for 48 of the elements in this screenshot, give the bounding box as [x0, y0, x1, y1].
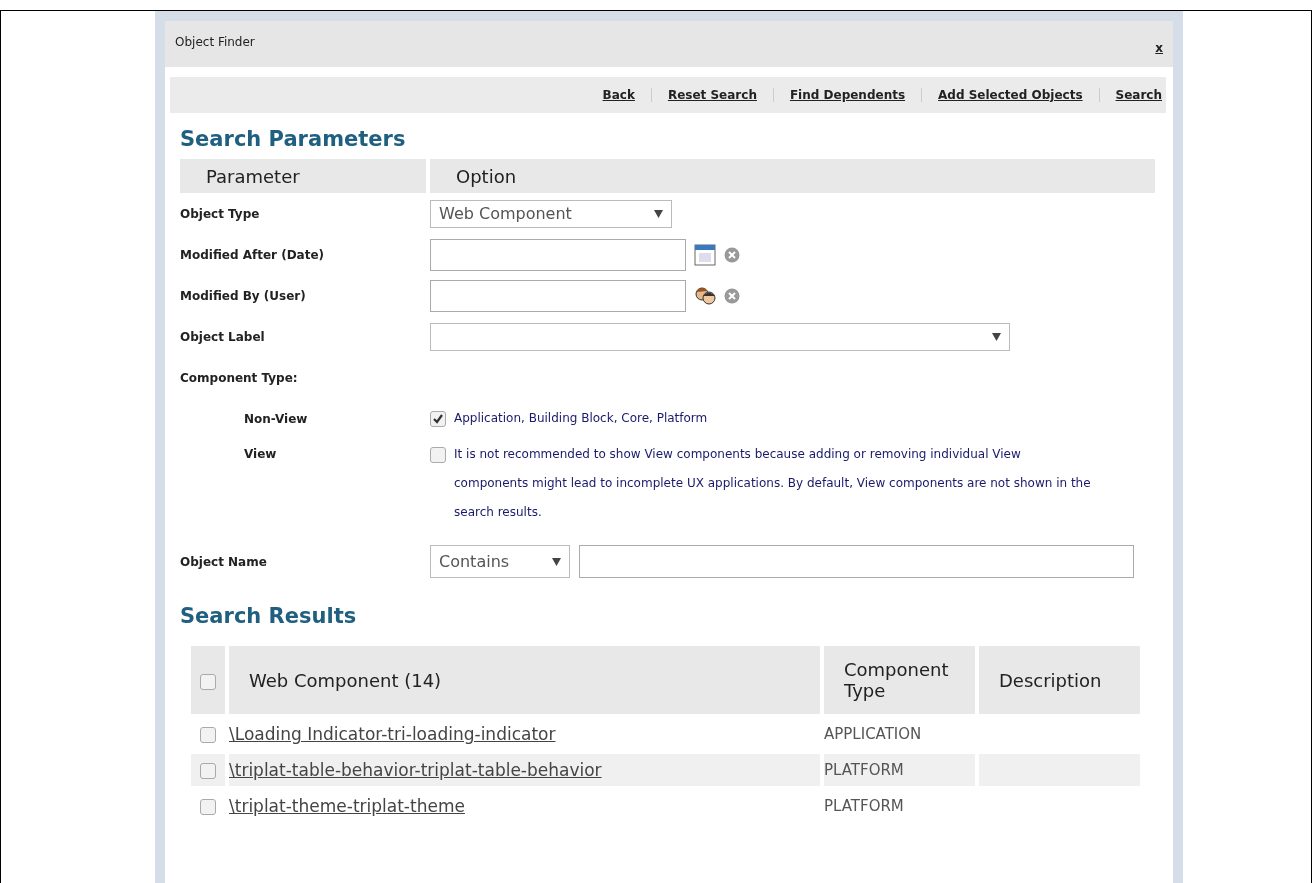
toolbar-link[interactable]: Find Dependents	[789, 88, 906, 102]
column-header: Option	[430, 159, 1155, 193]
operator-dropdown[interactable]: Contains	[430, 545, 570, 578]
field-label: Object Label	[180, 329, 266, 344]
component-link[interactable]: \triplat-theme-triplat-theme	[229, 796, 465, 816]
caret-icon	[552, 557, 561, 566]
clear-icon[interactable]	[724, 246, 740, 263]
column-header: Web Component (14)	[229, 646, 820, 714]
toolbar-link[interactable]: Back	[602, 88, 635, 102]
table-cell: PLATFORM	[824, 761, 904, 779]
checkbox[interactable]	[200, 726, 216, 743]
toolbar-link[interactable]: Add Selected Objects	[938, 88, 1083, 102]
clear-icon[interactable]	[724, 287, 740, 304]
checkbox[interactable]	[200, 673, 216, 690]
field-label: Object Name	[180, 554, 268, 569]
field-label: Non-View	[243, 411, 309, 426]
section-heading: Search Results	[180, 604, 358, 628]
toolbar-link[interactable]: Reset Search	[667, 88, 757, 102]
name-field[interactable]	[579, 545, 1134, 578]
user-field[interactable]	[430, 279, 686, 312]
field-label: Component Type:	[180, 370, 299, 385]
field-label: Modified After (Date)	[180, 247, 326, 262]
calendar-icon[interactable]	[694, 243, 716, 266]
checkbox[interactable]	[430, 447, 446, 463]
close-link[interactable]: x	[1155, 41, 1163, 55]
checkbox[interactable]	[200, 798, 216, 815]
column-header: Description	[979, 646, 1140, 714]
component-link[interactable]: \Loading Indicator-tri-loading-indicator	[229, 724, 556, 744]
checkbox[interactable]	[200, 762, 216, 779]
field-label: Object Type	[180, 206, 261, 221]
column-header: Parameter	[180, 159, 426, 193]
field-label: Modified By (User)	[180, 288, 307, 303]
object-label-dropdown[interactable]	[430, 322, 1010, 351]
field-label: View	[243, 446, 278, 461]
toolbar-link[interactable]: Search	[1115, 88, 1162, 102]
people-icon[interactable]	[694, 284, 716, 307]
dialog-title: Object Finder	[175, 35, 255, 49]
table-cell: PLATFORM	[824, 797, 904, 815]
caret-icon	[654, 209, 663, 218]
date-field[interactable]	[430, 238, 686, 271]
table-cell: APPLICATION	[824, 725, 922, 743]
column-header: Component Type	[824, 646, 975, 714]
option-text: It is not recommended to show View components because adding or removing individual View components might lead to incomplete UX applications. By default, View components are not shown in the search results.	[454, 446, 1092, 521]
section-heading: Search Parameters	[180, 127, 407, 151]
checkbox[interactable]	[430, 410, 446, 427]
object-type-dropdown[interactable]: Web Component	[430, 199, 672, 228]
caret-icon	[992, 332, 1001, 341]
option-text: Application, Building Block, Core, Platform	[454, 410, 708, 427]
